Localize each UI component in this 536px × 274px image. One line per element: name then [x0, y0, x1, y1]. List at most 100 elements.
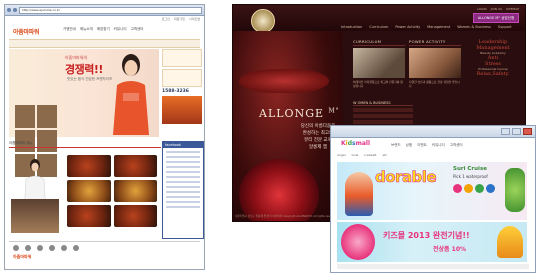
nav-item-stores[interactable]: 매장찾기: [97, 27, 110, 32]
swatch[interactable]: [486, 184, 495, 193]
minimize-icon[interactable]: [501, 128, 510, 135]
character-image: [505, 168, 525, 212]
brand-link[interactable]: etc: [382, 153, 387, 159]
group-photo[interactable]: [11, 199, 59, 233]
footer: 아줌마파워: [9, 241, 200, 268]
nav-item-community[interactable]: 커뮤니티: [114, 27, 127, 32]
hero-visual: ALLONGE M° 당신의 아름다움을 완성하는 최고의 뷰티 전문 교육 알…: [233, 31, 343, 221]
event-banner[interactable]: 키즈몰 2013 완전기념!! 전상품 10%: [337, 222, 527, 262]
window-titlebar: [331, 126, 535, 138]
panel-text: 체계적인 커리큘럼으로 최고의 전문가를 양성합니다: [353, 80, 403, 88]
nav-item-support[interactable]: Support: [498, 25, 512, 29]
event-discount: 전상품 10%: [433, 246, 467, 253]
nav-item-products[interactable]: 상품: [406, 143, 412, 148]
product-swatches: [453, 184, 495, 193]
hero-banner[interactable]: dorable Suri Cruise Pick 1 waterproof: [337, 162, 527, 220]
main-nav: Introduction Curriculum Power Activity M…: [341, 25, 512, 29]
site-logo[interactable]: Kidsmall: [341, 140, 370, 147]
facebook-widget[interactable]: facebook: [162, 141, 204, 239]
notice-box[interactable]: [162, 69, 202, 87]
forward-button-icon[interactable]: [13, 8, 17, 12]
partner-icon[interactable]: [73, 245, 79, 251]
consult-button[interactable]: ALLONGE M° 상담신청: [473, 13, 519, 23]
promo-subtitle: Pick 1 waterproof: [453, 174, 488, 179]
back-button-icon[interactable]: [7, 8, 11, 12]
sitemap-link[interactable]: SITEMAP: [506, 7, 519, 11]
nav-item-curriculum[interactable]: Curriculum: [369, 25, 388, 29]
partner-icon[interactable]: [61, 245, 67, 251]
swatch[interactable]: [453, 184, 462, 193]
emblem-logo[interactable]: [251, 9, 275, 33]
footer-logo: 아줌마파워: [13, 254, 32, 259]
menu-section: 아줌마파워 메뉴: [9, 141, 161, 237]
phone-number: 1588-3236: [162, 89, 189, 94]
hero-title: 경쟁력!!: [65, 63, 103, 76]
screenshot-korean-franchise-site: http://www.ajumma.co.kr 로그인 회원가입 사이트맵 아줌…: [4, 4, 205, 270]
brand-link[interactable]: Angel: [337, 153, 346, 159]
swatch[interactable]: [475, 184, 484, 193]
sitemap-link[interactable]: 사이트맵: [189, 17, 200, 25]
site-logo[interactable]: 아줌마파워: [13, 27, 39, 36]
join-link[interactable]: JOIN US: [491, 7, 502, 11]
nav-item-community[interactable]: 커뮤니티: [432, 143, 445, 148]
panel-title: W OMEN & BUSINESS: [353, 101, 413, 106]
close-icon[interactable]: [523, 128, 532, 135]
nav-item-support[interactable]: 고객센터: [131, 27, 144, 32]
panel-title: CURRICULUM: [353, 39, 405, 46]
nav-item-women-business[interactable]: Women & Business: [457, 25, 491, 29]
top-utility-links: 로그인 회원가입 사이트맵: [5, 16, 204, 26]
login-link[interactable]: 로그인: [162, 17, 170, 25]
sub-nav-bar: [9, 39, 200, 48]
login-link[interactable]: LOGIN: [477, 7, 486, 11]
right-side-widgets: 1588-3236: [162, 49, 202, 139]
food-photo[interactable]: [67, 180, 111, 202]
maximize-icon[interactable]: [512, 128, 521, 135]
promo-box[interactable]: [162, 49, 202, 67]
lips-image: [239, 69, 329, 93]
thumbnail[interactable]: [37, 105, 57, 128]
partner-icon[interactable]: [13, 245, 19, 251]
food-photo[interactable]: [67, 205, 111, 227]
power-activity-panel[interactable]: POWER ACTIVITY 다양한 실습과 활동으로 현장 경험을 쌓습니다: [409, 39, 461, 125]
power-activity-image: [409, 48, 461, 78]
address-bar[interactable]: http://www.ajumma.co.kr: [19, 6, 202, 14]
food-photo[interactable]: [113, 155, 157, 177]
partner-icon[interactable]: [37, 245, 43, 251]
join-link[interactable]: 회원가입: [174, 17, 185, 25]
brand-link[interactable]: IcebeaR: [364, 153, 376, 159]
brand-link[interactable]: Gola: [352, 153, 359, 159]
screenshot-kids-mall-site: Kidsmall 브랜드 상품 이벤트 커뮤니티 고객센터 Angel Gola…: [330, 125, 536, 273]
browser-toolbar: http://www.ajumma.co.kr: [5, 5, 204, 16]
bottom-strip: [337, 264, 529, 269]
nav-item-menu[interactable]: 메뉴소개: [80, 27, 93, 32]
partner-icon[interactable]: [25, 245, 31, 251]
food-gallery: [67, 155, 157, 227]
nav-item-franchise[interactable]: 가맹안내: [63, 27, 76, 32]
grill-image[interactable]: [162, 96, 202, 124]
keyword-panel: Leadership Management Beauty Academy Ant…: [476, 39, 510, 77]
food-photo[interactable]: [113, 205, 157, 227]
nav-item-management[interactable]: Management: [427, 25, 450, 29]
facebook-header: facebook: [163, 142, 203, 148]
nav-item-introduction[interactable]: Introduction: [341, 25, 362, 29]
brand-wordmark: ALLONGE M°: [259, 107, 340, 120]
hero-model-image: [113, 54, 149, 135]
umbrella-image: [497, 226, 523, 258]
nav-item-brand[interactable]: 브랜드: [391, 143, 401, 148]
hero-banner[interactable]: 아줌마파워의 경쟁력!! 맛있는 음식 건강한 프랜차이즈: [9, 49, 159, 177]
brand-links: Angel Gola IcebeaR etc: [337, 153, 529, 159]
food-photo[interactable]: [67, 155, 111, 177]
thumbnail[interactable]: [15, 105, 35, 128]
nav-item-event[interactable]: 이벤트: [417, 143, 427, 148]
nav-item-support[interactable]: 고객센터: [450, 143, 463, 148]
section-title: 아줌마파워 메뉴: [9, 141, 161, 148]
curriculum-image: [353, 48, 405, 78]
swatch[interactable]: [464, 184, 473, 193]
nav-item-power-activity[interactable]: Power Activity: [395, 25, 420, 29]
top-links: LOGIN JOIN US SITEMAP: [477, 7, 519, 11]
footer-copyright: 서울특별시 강남구 알롱제 엠 뷰티 아카데미 Copyright ALLONG…: [235, 215, 338, 218]
partner-icon[interactable]: [49, 245, 55, 251]
food-photo[interactable]: [113, 180, 157, 202]
partner-icons: [9, 242, 200, 254]
women-business-panel[interactable]: W OMEN & BUSINESS: [353, 101, 413, 124]
